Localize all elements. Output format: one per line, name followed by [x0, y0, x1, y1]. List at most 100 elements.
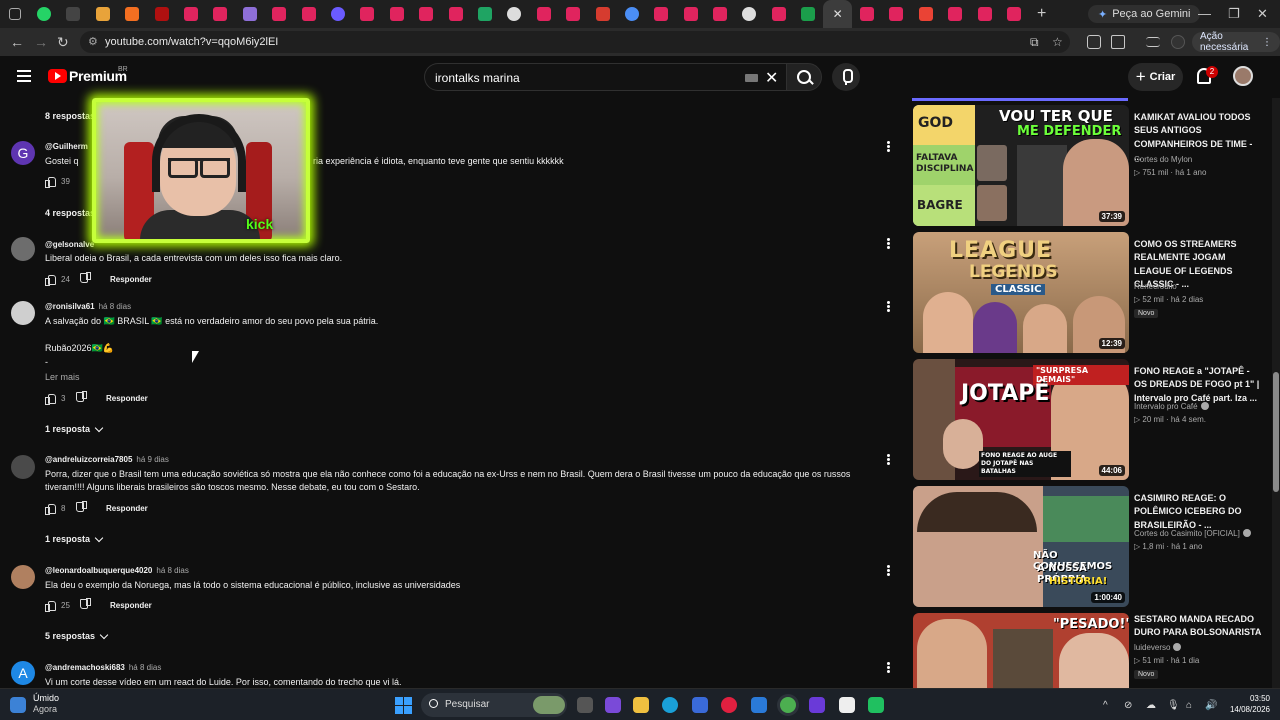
tab-youtube[interactable]	[852, 0, 881, 28]
gemini-button[interactable]: ✦ Peça ao Gemini	[1088, 5, 1201, 23]
keyboard-icon[interactable]	[745, 74, 758, 82]
tab-moon[interactable]	[323, 0, 352, 28]
tab-drive[interactable]	[470, 0, 499, 28]
search-button[interactable]	[786, 63, 822, 91]
tab-orange[interactable]	[118, 0, 147, 28]
tab-red[interactable]	[147, 0, 176, 28]
video-thumbnail[interactable]: NÃO CONHECEMOS A NOSSA PRÓPRIA HISTÓRIA!…	[913, 486, 1129, 607]
tab-youtube[interactable]	[294, 0, 323, 28]
file-explorer-icon[interactable]	[633, 697, 649, 713]
avatar[interactable]: A	[11, 661, 35, 685]
video-thumbnail[interactable]: "SURPRESA DEMAIS" JOTAPÊ FONO REAGE AO A…	[913, 359, 1129, 480]
video-title[interactable]: SESTARO MANDA RECADO DURO PARA BOLSONARI…	[1134, 613, 1262, 640]
tab-chat[interactable]	[735, 0, 764, 28]
tab-youtube[interactable]	[206, 0, 235, 28]
forward-icon[interactable]: →	[34, 34, 48, 50]
edge-icon[interactable]	[662, 697, 678, 713]
tab-youtube[interactable]	[176, 0, 205, 28]
recommendation-item[interactable]: "SURPRESA DEMAIS" JOTAPÊ FONO REAGE AO A…	[912, 359, 1268, 481]
channel-name[interactable]: Cortes do Mylon	[1134, 155, 1192, 164]
comment-menu-icon[interactable]	[887, 565, 890, 576]
tab-youtube[interactable]	[353, 0, 382, 28]
windows-start-icon[interactable]	[395, 697, 412, 714]
search-input[interactable]: irontalks marina ✕	[424, 63, 786, 91]
address-bar[interactable]: ⚙ youtube.com/watch?v=qqoM6iy2lEI ⧉ ☆	[80, 31, 1070, 53]
tab-check[interactable]	[88, 0, 117, 28]
comment-author[interactable]: @gelsonalve	[45, 240, 94, 249]
profile-icon[interactable]	[1171, 35, 1185, 49]
puzzle-icon[interactable]	[1111, 35, 1125, 49]
replies-toggle[interactable]: 8 respostas	[45, 111, 95, 121]
bookmark-star-icon[interactable]: ☆	[1052, 35, 1063, 49]
comment-author[interactable]: @Guilherm	[45, 142, 88, 151]
chrome-icon[interactable]	[780, 697, 796, 713]
comment-menu-icon[interactable]	[887, 454, 890, 465]
reply-button[interactable]: Responder	[110, 275, 152, 284]
tab-whatsapp[interactable]	[29, 0, 58, 28]
video-thumbnail[interactable]: "PESADO!"	[913, 613, 1129, 688]
replies-toggle[interactable]: 4 respostas	[45, 208, 95, 218]
clock-date[interactable]: 14/08/2026	[1222, 705, 1270, 714]
tab-gu[interactable]	[794, 0, 823, 28]
task-view-icon[interactable]	[577, 697, 593, 713]
dislike-icon[interactable]	[77, 503, 87, 513]
read-more-link[interactable]: Ler mais	[45, 372, 80, 382]
tab-youtube[interactable]	[764, 0, 793, 28]
mail-icon[interactable]	[751, 697, 767, 713]
voice-search-button[interactable]	[832, 63, 860, 91]
like-icon[interactable]	[45, 600, 56, 612]
recommendation-item[interactable]: GOD FALTAVA DISCIPLINA BAGRE VOU TER QUE…	[912, 105, 1268, 227]
reply-button[interactable]: Responder	[106, 394, 148, 403]
page-scrollbar[interactable]	[1272, 98, 1280, 688]
tab-youtube[interactable]	[941, 0, 970, 28]
maximize-icon[interactable]: ❐	[1228, 6, 1240, 22]
tab-gemini[interactable]	[617, 0, 646, 28]
tab-bag[interactable]	[588, 0, 617, 28]
close-icon[interactable]: ✕	[831, 7, 845, 21]
avatar[interactable]	[11, 301, 35, 325]
tab-youtube[interactable]	[647, 0, 676, 28]
tab-chatgpt[interactable]	[500, 0, 529, 28]
tray-chevron-icon[interactable]: ^	[1103, 700, 1108, 711]
tab-youtube[interactable]	[999, 0, 1028, 28]
clock-time[interactable]: 03:50	[1238, 694, 1270, 703]
like-icon[interactable]	[45, 503, 56, 515]
tab-active-close[interactable]: ✕	[822, 0, 853, 28]
whatsapp-icon[interactable]	[868, 697, 884, 713]
tab-youtube[interactable]	[705, 0, 734, 28]
avatar[interactable]	[11, 237, 35, 261]
tab-gmail[interactable]	[911, 0, 940, 28]
replies-toggle[interactable]: 1 resposta	[45, 533, 104, 544]
reply-button[interactable]: Responder	[110, 601, 152, 610]
comment-author[interactable]: @ronisilva61 há 8 dias	[45, 302, 131, 311]
avatar[interactable]	[11, 455, 35, 479]
weather-icon[interactable]	[10, 697, 26, 713]
video-title[interactable]: CASIMIRO REAGE: O POLÊMICO ICEBERG DO BR…	[1134, 492, 1262, 532]
tray-app-icon[interactable]: ☁	[1146, 700, 1156, 711]
video-title[interactable]: FONO REAGE a "JOTAPÊ - OS DREADS DE FOGO…	[1134, 365, 1262, 405]
taskbar-search[interactable]: Pesquisar	[421, 693, 567, 717]
site-info-icon[interactable]: ⚙	[88, 35, 98, 48]
comment-menu-icon[interactable]	[887, 238, 890, 249]
create-button[interactable]: + Criar	[1128, 63, 1183, 91]
microphone-icon[interactable]: 🎙	[1167, 700, 1180, 711]
extension-icon[interactable]	[1087, 35, 1101, 49]
reload-icon[interactable]: ↻	[57, 34, 69, 51]
avatar[interactable]	[11, 565, 35, 589]
tab-form[interactable]	[235, 0, 264, 28]
tab-search-icon[interactable]	[0, 0, 29, 28]
tab-youtube[interactable]	[529, 0, 558, 28]
like-icon[interactable]	[45, 274, 56, 286]
clear-search-icon[interactable]: ✕	[765, 68, 778, 88]
tab-youtube[interactable]	[882, 0, 911, 28]
tab-youtube[interactable]	[676, 0, 705, 28]
like-icon[interactable]	[45, 393, 56, 405]
youtube-logo-icon[interactable]	[48, 69, 67, 83]
new-tab-button[interactable]: +	[1029, 5, 1055, 23]
tab-youtube[interactable]	[558, 0, 587, 28]
channel-name[interactable]: Renecrodilo	[1134, 282, 1177, 291]
back-icon[interactable]: ←	[10, 34, 24, 50]
action-required-button[interactable]: Ação necessária ⋮	[1192, 31, 1280, 53]
minimize-icon[interactable]: —	[1198, 6, 1211, 21]
store-icon[interactable]	[692, 697, 708, 713]
